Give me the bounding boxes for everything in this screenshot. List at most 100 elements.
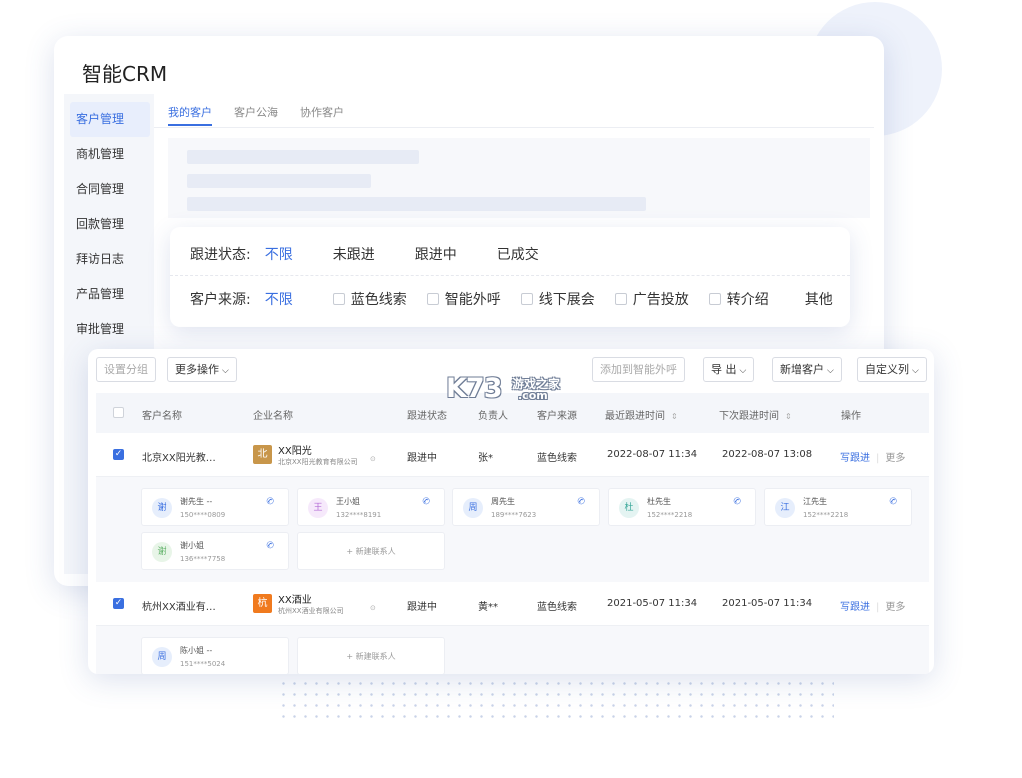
export-button[interactable]: 导 出 ⌵ — [703, 357, 755, 382]
filter-option-following[interactable]: 跟进中 — [415, 244, 457, 264]
company-full-name: 杭州XX酒业有限公司 — [278, 607, 344, 615]
company-full-name: 北京XX阳光教育有限公司 — [278, 458, 358, 466]
tab-customer-pool[interactable]: 客户公海 — [234, 104, 278, 126]
filter-source: 客户来源: 不限 蓝色线索 智能外呼 线下展会 广告投放 转介绍 其他 — [190, 289, 833, 309]
sidebar-item-approvals[interactable]: 审批管理 — [70, 312, 150, 347]
info-icon[interactable]: ⊙ — [370, 604, 376, 612]
checkbox[interactable] — [708, 293, 721, 305]
filter-checkbox-referral[interactable]: 转介绍 — [708, 289, 769, 309]
filter-checkbox-offline-expo[interactable]: 线下展会 — [520, 289, 595, 309]
follow-status: 跟进中 — [407, 602, 437, 613]
owner: 黄** — [478, 602, 498, 613]
phone-icon[interactable]: ✆ — [888, 496, 899, 508]
contact-card[interactable]: 谢 谢小姐 136****7758 ✆ — [141, 532, 289, 570]
phone-icon[interactable]: ✆ — [732, 496, 743, 508]
checkbox[interactable] — [614, 293, 627, 305]
add-contact-button[interactable]: + 新建联系人 — [297, 532, 445, 570]
skeleton-line — [187, 174, 371, 188]
contact-avatar: 周 — [463, 498, 483, 518]
contact-card[interactable]: 谢 谢先生 -- 150****0809 ✆ — [141, 488, 289, 526]
chevron-down-icon: ⌵ — [912, 366, 919, 376]
sidebar-item-customers[interactable]: 客户管理 — [70, 102, 150, 137]
add-contact-button[interactable]: + 新建联系人 — [297, 637, 445, 674]
phone-icon[interactable]: ✆ — [421, 496, 432, 508]
phone-icon[interactable]: ✆ — [265, 496, 276, 508]
table-row: ✓ 杭州XX酒业有… 杭 XX酒业 杭州XX酒业有限公司 ⊙ 跟进中 黄** 蓝… — [96, 584, 929, 626]
sidebar-item-payments[interactable]: 回款管理 — [70, 207, 150, 242]
more-link[interactable]: 更多 — [885, 602, 905, 613]
company-name: XX酒业 — [278, 595, 312, 606]
tab-collab-customers[interactable]: 协作客户 — [300, 104, 344, 126]
header-source: 客户来源 — [537, 411, 577, 422]
customer-name[interactable]: 杭州XX酒业有… — [142, 598, 216, 613]
write-follow-link[interactable]: 写跟进 — [840, 602, 870, 613]
checkbox[interactable] — [332, 293, 345, 305]
watermark-brand: K73 — [446, 373, 502, 404]
contacts-panel: 谢 谢先生 -- 150****0809 ✆ 王 王小姐 132****8191… — [96, 477, 929, 582]
row-checkbox-checked[interactable]: ✓ — [113, 449, 124, 460]
company-logo: 杭 — [253, 594, 272, 613]
row-checkbox-checked[interactable]: ✓ — [113, 598, 124, 609]
filter-card: 跟进状态: 不限 未跟进 跟进中 已成交 客户来源: 不限 蓝色线索 智能外呼 … — [170, 227, 850, 327]
sidebar: 客户管理 商机管理 合同管理 回款管理 拜访日志 产品管理 审批管理 — [70, 102, 150, 347]
header-company-name: 企业名称 — [253, 411, 293, 422]
contact-card[interactable]: 王 王小姐 132****8191 ✆ — [297, 488, 445, 526]
background-dot-grid — [278, 678, 834, 718]
chevron-down-icon: ⌵ — [222, 366, 229, 376]
header-customer-name: 客户名称 — [142, 411, 182, 422]
new-customer-button[interactable]: 新增客户 ⌵ — [772, 357, 842, 382]
tab-my-customers[interactable]: 我的客户 — [168, 104, 212, 126]
header-next-follow[interactable]: 下次跟进时间 ⇕ — [719, 407, 792, 422]
source: 蓝色线索 — [537, 453, 577, 464]
filter-checkbox-smart-call[interactable]: 智能外呼 — [426, 289, 501, 309]
more-actions-button[interactable]: 更多操作 ⌵ — [167, 357, 237, 382]
select-all-checkbox[interactable] — [113, 407, 124, 418]
filter-option-closed[interactable]: 已成交 — [497, 244, 539, 264]
contact-card[interactable]: 江 江先生 152****2218 ✆ — [764, 488, 912, 526]
next-follow-time: 2021-05-07 11:34 — [722, 598, 813, 609]
custom-columns-button[interactable]: 自定义列 ⌵ — [857, 357, 927, 382]
checkbox[interactable] — [426, 293, 439, 305]
table-row: ✓ 北京XX阳光教… 北 XX阳光 北京XX阳光教育有限公司 ⊙ 跟进中 张* … — [96, 435, 929, 477]
sort-icon[interactable]: ⇕ — [785, 412, 792, 421]
sidebar-item-products[interactable]: 产品管理 — [70, 277, 150, 312]
phone-icon[interactable]: ✆ — [265, 540, 276, 552]
add-to-smart-call-button[interactable]: 添加到智能外呼 — [592, 357, 685, 382]
checkbox[interactable] — [520, 293, 533, 305]
contact-card[interactable]: 周 陈小姐 -- 151****5024 — [141, 637, 289, 674]
contact-avatar: 江 — [775, 498, 795, 518]
sidebar-item-visit-logs[interactable]: 拜访日志 — [70, 242, 150, 277]
filter-checkbox-ads[interactable]: 广告投放 — [614, 289, 689, 309]
sort-icon[interactable]: ⇕ — [671, 412, 678, 421]
contact-card[interactable]: 周 周先生 189****7623 ✆ — [452, 488, 600, 526]
divider: | — [876, 453, 880, 464]
follow-status: 跟进中 — [407, 453, 437, 464]
contact-name: 周先生 — [491, 497, 515, 506]
contact-name: 江先生 — [803, 497, 827, 506]
write-follow-link[interactable]: 写跟进 — [840, 453, 870, 464]
info-icon[interactable]: ⊙ — [370, 455, 376, 463]
filter-option-all[interactable]: 不限 — [265, 244, 293, 264]
skeleton-placeholder — [168, 138, 870, 218]
header-owner: 负责人 — [478, 411, 508, 422]
sidebar-item-opportunities[interactable]: 商机管理 — [70, 137, 150, 172]
header-last-follow[interactable]: 最近跟进时间 ⇕ — [605, 407, 678, 422]
contacts-panel: 周 陈小姐 -- 151****5024 + 新建联系人 — [96, 626, 929, 674]
header-follow-status: 跟进状态 — [407, 411, 447, 422]
sidebar-item-contracts[interactable]: 合同管理 — [70, 172, 150, 207]
set-group-button[interactable]: 设置分组 — [96, 357, 156, 382]
chevron-down-icon: ⌵ — [739, 366, 747, 376]
filter-label: 跟进状态: — [190, 247, 251, 263]
phone-icon[interactable]: ✆ — [576, 496, 587, 508]
filter-checkbox-blue-lead[interactable]: 蓝色线索 — [332, 289, 407, 309]
customer-name[interactable]: 北京XX阳光教… — [142, 449, 216, 464]
contact-card[interactable]: 杜 杜先生 152****2218 ✆ — [608, 488, 756, 526]
more-link[interactable]: 更多 — [885, 453, 905, 464]
filter-option-other[interactable]: 其他 — [805, 289, 833, 309]
contact-name: 杜先生 — [647, 497, 671, 506]
filter-option-all[interactable]: 不限 — [265, 289, 293, 309]
contact-avatar: 周 — [152, 647, 172, 667]
filter-option-not-followed[interactable]: 未跟进 — [333, 244, 375, 264]
header-actions: 操作 — [841, 411, 861, 422]
contact-phone: 151****5024 — [180, 660, 226, 668]
